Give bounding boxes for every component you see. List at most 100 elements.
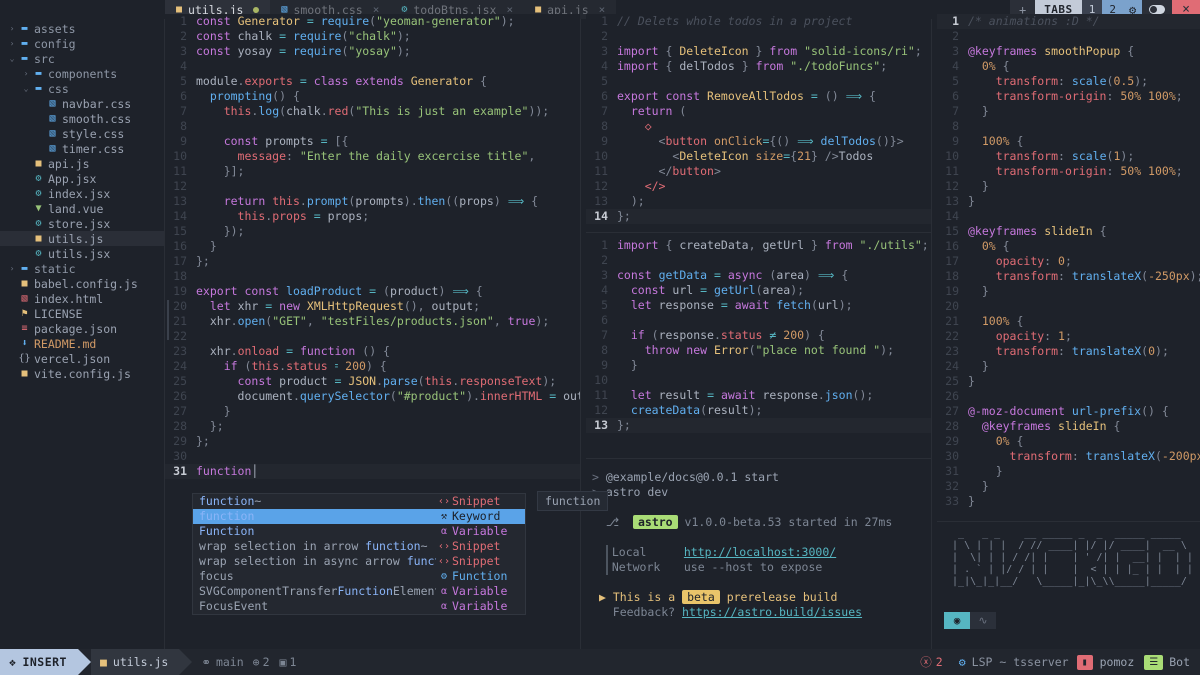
code-line: 5 transform: scale(0.5); [937,74,1200,89]
autocomplete-item[interactable]: SVGComponentTransferFunctionElementαVari… [193,584,525,599]
code-line: 25 const product = JSON.parse(this.respo… [165,374,580,389]
line-number: 8 [586,343,608,358]
hsplit-right[interactable] [937,521,1200,522]
tree-item-style-css[interactable]: ▧style.css [0,126,165,141]
cwd-indicator[interactable]: ▮ pomoz [1077,649,1145,675]
tree-item-README-md[interactable]: ⬇README.md [0,336,165,351]
tree-item-land-vue[interactable]: ▼land.vue [0,201,165,216]
git-branch-indicator[interactable]: ⚭ main [192,649,252,675]
terminal-blank-line [592,500,931,515]
tree-item-navbar-css[interactable]: ▧navbar.css [0,96,165,111]
code-line: 24 } [937,359,1200,374]
buffer-tab-1[interactable]: ◉ [944,612,970,629]
line-number: 19 [937,284,959,299]
code-line: 4 const url = getUrl(area); [586,283,931,298]
editor-pane-api-js[interactable]: 1import { createData, getUrl } from "./u… [586,238,931,453]
autocomplete-item[interactable]: wrap selection in async arrow function~‹… [193,554,525,569]
file-tree-list: ›▬assets›▬config⌄▬src›▬components⌄▬css▧n… [0,21,165,381]
tree-item-src[interactable]: ⌄▬src [0,51,165,66]
chevron-right-icon[interactable]: › [6,24,18,33]
autocomplete-item[interactable]: wrap selection in arrow function~‹›Snipp… [193,539,525,554]
tree-item-label: assets [34,22,76,36]
chevron-right-icon[interactable]: › [20,69,32,78]
line-number: 6 [165,89,187,104]
tree-item-vite-config-js[interactable]: ■vite.config.js [0,366,165,381]
autocomplete-popup[interactable]: function~‹›Snippetfunction⚒KeywordFuncti… [192,493,526,615]
hsplit-mid-2[interactable] [586,458,931,459]
vsplit-left-mid[interactable] [580,19,581,649]
line-number: 8 [586,119,608,134]
autocomplete-kind-label: Snippet [452,554,520,569]
editor-pane-utils-js[interactable]: 1const Generator = require("yeoman-gener… [165,14,580,484]
tree-item-static[interactable]: ›▬static [0,261,165,276]
editor-left-scrollbar[interactable] [167,300,169,340]
line-number: 24 [937,359,959,374]
code-line: 6 [586,313,931,328]
tree-item-smooth-css[interactable]: ▧smooth.css [0,111,165,126]
code-line: 32 } [937,479,1200,494]
vsplit-mid-right[interactable] [931,19,932,649]
autocomplete-item[interactable]: focus⚙Function [193,569,525,584]
tree-item-label: config [34,37,76,51]
tree-item-package-json[interactable]: ≡package.json [0,321,165,336]
line-number: 7 [586,104,608,119]
tree-item-utils-jsx[interactable]: ⚙utils.jsx [0,246,165,261]
code-line: 1// Delets whole todos in a project [586,14,931,29]
code-line: 11 transform-origin: 50% 100%; [937,164,1200,179]
tree-item-label: babel.config.js [34,277,138,291]
autocomplete-item[interactable]: FocusEventαVariable [193,599,525,614]
autocomplete-item[interactable]: function⚒Keyword [193,509,525,524]
lines-icon: ☰ [1144,655,1163,670]
tree-item-index-jsx[interactable]: ⚙index.jsx [0,186,165,201]
network-value[interactable]: http://localhost:3000/ [684,545,836,559]
file-tree-sidebar[interactable]: ›▬assets›▬config⌄▬src›▬components⌄▬css▧n… [0,19,165,649]
line-number: 21 [937,314,959,329]
code-line: 6 transform-origin: 50% 100%; [937,89,1200,104]
code-line: 1import { createData, getUrl } from "./u… [586,238,931,253]
tree-item-components[interactable]: ›▬components [0,66,165,81]
code-line: 29}; [165,434,580,449]
braces-icon: {} [18,353,31,364]
tree-item-config[interactable]: ›▬config [0,36,165,51]
tree-item-timer-css[interactable]: ▧timer.css [0,141,165,156]
tree-item-App-jsx[interactable]: ⚙App.jsx [0,171,165,186]
chevron-right-icon[interactable]: › [6,39,18,48]
tree-item-vercel-json[interactable]: {}vercel.json [0,351,165,366]
line-number: 17 [937,254,959,269]
tree-item-css[interactable]: ⌄▬css [0,81,165,96]
tree-item-api-js[interactable]: ■api.js [0,156,165,171]
buffer-tab-strip[interactable]: ◉∿ [944,612,996,629]
line-number: 28 [165,419,187,434]
line-number: 25 [937,374,959,389]
astro-version: v1.0.0-beta.53 started in 27ms [685,515,893,529]
buffer-tab-2[interactable]: ∿ [970,612,996,629]
tree-item-store-jsx[interactable]: ⚙store.jsx [0,216,165,231]
line-number: 3 [165,44,187,59]
diagnostics-error-indicator[interactable]: ⓧ 2 [912,649,950,675]
editor-pane-todobtns-jsx[interactable]: 1// Delets whole todos in a project23imp… [586,14,931,236]
tree-item-LICENSE[interactable]: ⚑LICENSE [0,306,165,321]
code-line: 12 } [937,179,1200,194]
autocomplete-item[interactable]: function~‹›Snippet [193,494,525,509]
tree-item-index-html[interactable]: ▧index.html [0,291,165,306]
line-number: 16 [165,239,187,254]
editor-pane-smooth-css[interactable]: 1/* animations :D */23@keyframes smoothP… [937,14,1200,519]
line-number: 4 [937,59,959,74]
tree-item-utils-js[interactable]: ■utils.js [0,231,165,246]
chevron-down-icon[interactable]: ⌄ [6,54,18,63]
feedback-link[interactable]: https://astro.build/issues [682,605,862,619]
line-number: 28 [937,419,959,434]
tree-item-assets[interactable]: ›▬assets [0,21,165,36]
chevron-down-icon[interactable]: ⌄ [20,84,32,93]
chevron-right-icon[interactable]: › [6,264,18,273]
tree-item-label: LICENSE [34,307,82,321]
autocomplete-item[interactable]: FunctionαVariable [193,524,525,539]
terminal-pane[interactable]: > @example/docs@0.0.1 start> astro dev ⎇… [586,466,931,649]
tree-item-babel-config-js[interactable]: ■babel.config.js [0,276,165,291]
expand-arrow-icon[interactable]: ▶ [599,590,606,604]
hsplit-mid-1[interactable] [586,232,931,233]
terminal-command-line: > astro dev [592,485,931,500]
lsp-label: LSP ~ tsserver [972,655,1069,669]
lsp-indicator[interactable]: ⚙ LSP ~ tsserver [951,649,1077,675]
tree-item-label: README.md [34,337,96,351]
